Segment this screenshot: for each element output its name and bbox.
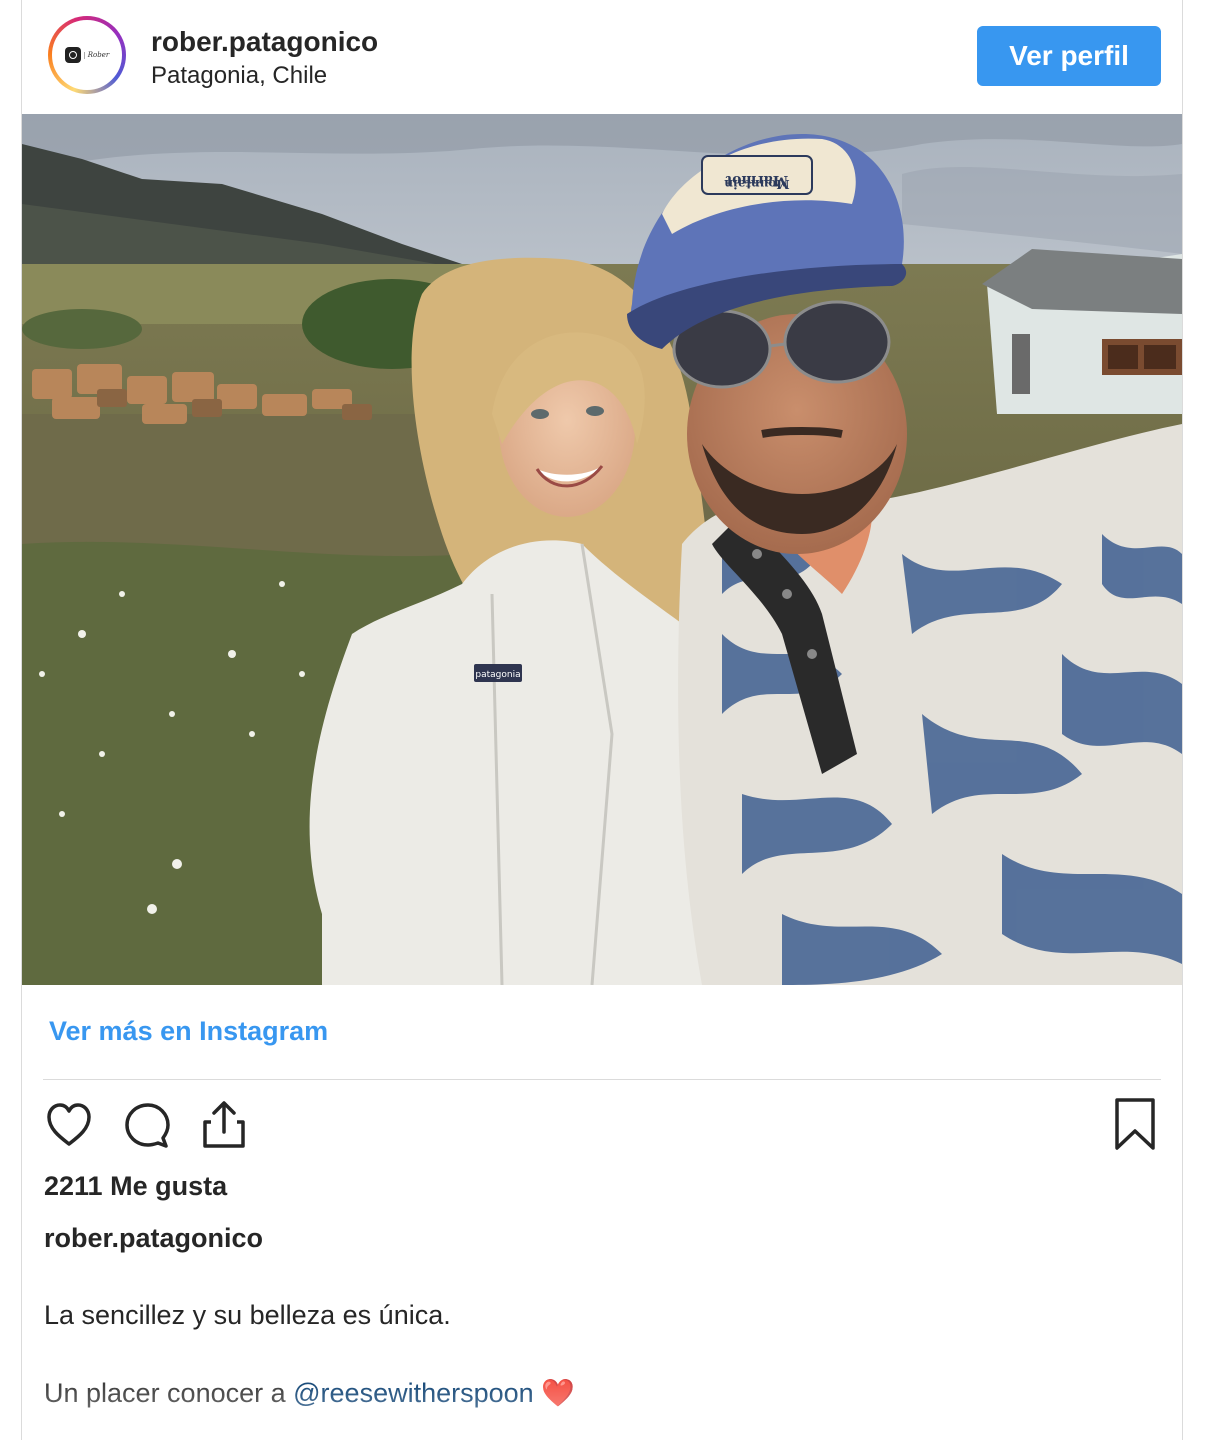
heart-icon[interactable] xyxy=(42,1098,96,1152)
comment-icon[interactable] xyxy=(119,1098,173,1152)
divider xyxy=(43,1079,1161,1080)
instagram-embed-card: Rober rober.patagonico Patagonia, Chile … xyxy=(21,0,1183,1440)
post-header: Rober rober.patagonico Patagonia, Chile … xyxy=(22,0,1182,114)
header-username[interactable]: rober.patagonico xyxy=(151,26,378,58)
heart-emoji: ❤️ xyxy=(541,1378,575,1408)
avatar-logo-text: Rober xyxy=(83,51,109,59)
caption-line-2-text: Un placer conocer a xyxy=(44,1378,294,1408)
avatar-image: Rober xyxy=(52,20,122,90)
bookmark-icon[interactable] xyxy=(1108,1098,1162,1152)
jacket-logo-text: patagonia xyxy=(475,670,520,680)
likes-count[interactable]: 2211 Me gusta xyxy=(44,1171,227,1202)
cap-text-line2: Mountain xyxy=(724,177,790,191)
share-icon[interactable] xyxy=(197,1098,251,1152)
mention-link[interactable]: @reesewitherspoon xyxy=(293,1378,534,1408)
view-more-on-instagram-link[interactable]: Ver más en Instagram xyxy=(49,1016,328,1047)
avatar[interactable]: Rober xyxy=(48,16,126,94)
caption-username[interactable]: rober.patagonico xyxy=(44,1223,263,1254)
post-photo[interactable]: patagonia Marmot Mountain xyxy=(22,114,1182,985)
caption-line-2: Un placer conocer a @reesewitherspoon ❤️ xyxy=(44,1377,575,1409)
camera-logo-icon xyxy=(64,47,81,63)
caption-line-1: La sencillez y su belleza es única. xyxy=(44,1300,451,1330)
view-profile-button[interactable]: Ver perfil xyxy=(977,26,1161,86)
header-location[interactable]: Patagonia, Chile xyxy=(151,62,327,90)
action-bar xyxy=(22,1098,1182,1152)
